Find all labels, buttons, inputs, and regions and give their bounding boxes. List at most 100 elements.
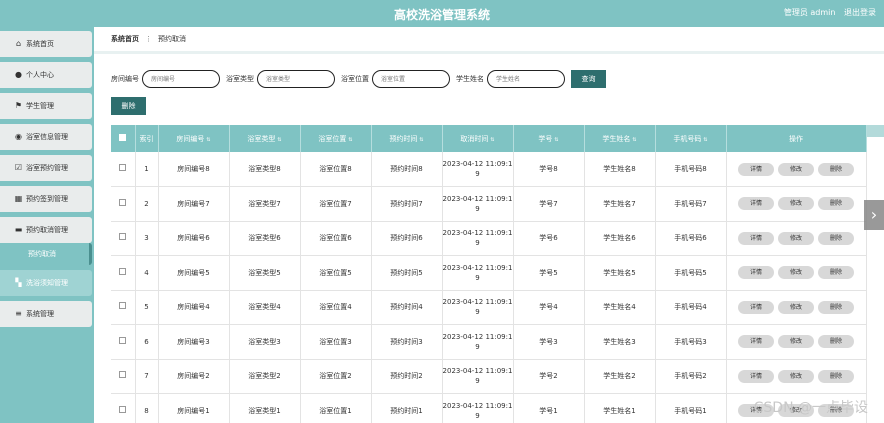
sort-icon[interactable]: ⇅	[490, 137, 494, 143]
cell-type: 浴室类型2	[229, 359, 301, 394]
bulk-delete-button[interactable]: 删除	[111, 97, 146, 115]
row-checkbox[interactable]	[119, 302, 127, 310]
query-button[interactable]: 查询	[571, 70, 606, 88]
sidebar-item-cancel-mgmt[interactable]: ▬ 预约取消管理	[0, 217, 92, 243]
cell-phone: 手机号码4	[655, 290, 727, 325]
type-label: 浴室类型	[226, 75, 254, 83]
position-input[interactable]	[372, 70, 450, 88]
sort-icon[interactable]: ⇅	[277, 137, 281, 143]
cell-phone: 手机号码8	[655, 152, 727, 187]
sort-icon[interactable]: ⇅	[348, 137, 352, 143]
col-type[interactable]: 浴室类型 ⇅	[229, 125, 301, 152]
edit-button[interactable]: 修改	[778, 369, 814, 383]
sort-icon[interactable]: ⇅	[419, 137, 423, 143]
cell-student-name: 学生姓名3	[584, 324, 656, 360]
select-all-checkbox[interactable]	[119, 134, 127, 141]
row-select-cell[interactable]	[111, 359, 136, 394]
room-input[interactable]	[142, 70, 220, 88]
col-cancel-time[interactable]: 取消时间 ⇅	[442, 125, 514, 152]
logout-link[interactable]: 退出登录	[844, 8, 876, 17]
sidebar-item-label: 预约签到管理	[26, 195, 68, 203]
select-all-cell[interactable]	[111, 125, 136, 152]
sort-icon[interactable]: ⇅	[703, 137, 707, 143]
detail-button[interactable]: 详情	[738, 300, 774, 314]
sidebar-item-profile[interactable]: ● 个人中心	[0, 62, 92, 88]
cell-pos: 浴室位置2	[300, 359, 372, 394]
col-position[interactable]: 浴室位置 ⇅	[300, 125, 372, 152]
row-checkbox[interactable]	[119, 164, 127, 171]
chevron-right-icon[interactable]: ›	[864, 200, 884, 230]
delete-button[interactable]: 删除	[818, 266, 854, 280]
student-name-input[interactable]	[487, 70, 565, 88]
sort-icon[interactable]: ⇅	[632, 137, 636, 143]
row-select-cell[interactable]	[111, 221, 136, 256]
sidebar-subitem-cancel[interactable]: 预约取消	[0, 243, 92, 265]
data-table: 索引 房间编号 ⇅ 浴室类型 ⇅ 浴室位置 ⇅ 预约时间 ⇅ 取消时间 ⇅ 学号 ⇅ 学生姓…	[111, 125, 867, 423]
sidebar-item-home[interactable]: ⌂ 系统首页	[0, 31, 92, 57]
detail-button[interactable]: 详情	[738, 335, 774, 349]
app-title: 高校洗浴管理系统	[393, 8, 490, 22]
sort-icon[interactable]: ⇅	[206, 137, 210, 143]
row-select-cell[interactable]	[111, 393, 136, 423]
delete-button[interactable]: 删除	[818, 369, 854, 383]
col-student-name[interactable]: 学生姓名 ⇅	[584, 125, 656, 152]
sidebar-item-notice[interactable]: ▚ 洗浴须知管理	[0, 270, 92, 296]
row-checkbox[interactable]	[119, 267, 127, 275]
sort-icon[interactable]: ⇅	[554, 137, 558, 143]
sidebar-item-system[interactable]: ≡ 系统管理	[0, 301, 92, 327]
detail-button[interactable]: 详情	[738, 162, 774, 176]
cell-actions: 详情 修改 删除	[726, 152, 867, 187]
edit-button[interactable]: 修改	[778, 197, 814, 211]
cell-pos: 浴室位置4	[300, 290, 372, 325]
cell-cancel-time: 2023-04-12 11:09:1 9	[442, 290, 514, 325]
row-select-cell[interactable]	[111, 290, 136, 325]
cancel-time-line1: 2023-04-12 11:09:1	[442, 160, 513, 168]
detail-button[interactable]: 详情	[738, 266, 774, 280]
edit-button[interactable]: 修改	[778, 300, 814, 314]
delete-button[interactable]: 删除	[818, 300, 854, 314]
sidebar-item-students[interactable]: ⚑ 学生管理	[0, 93, 92, 119]
position-label: 浴室位置	[341, 75, 369, 83]
edit-button[interactable]: 修改	[778, 335, 814, 349]
row-select-cell[interactable]	[111, 152, 136, 187]
breadcrumb-home[interactable]: 系统首页	[111, 34, 139, 44]
row-checkbox[interactable]	[119, 233, 127, 241]
delete-button[interactable]: 删除	[818, 162, 854, 176]
chat-icon: ▬	[14, 225, 23, 234]
delete-button[interactable]: 删除	[818, 231, 854, 245]
cell-cancel-time: 2023-04-12 11:09:1 9	[442, 324, 514, 360]
cell-student-id: 学号4	[513, 290, 585, 325]
watermark: CSDN @一点毕设	[753, 400, 868, 416]
type-input[interactable]	[257, 70, 335, 88]
col-phone[interactable]: 手机号码 ⇅	[655, 125, 727, 152]
row-checkbox[interactable]	[119, 371, 127, 379]
detail-button[interactable]: 详情	[738, 197, 774, 211]
delete-button[interactable]: 删除	[818, 197, 854, 211]
sidebar-item-bathroom-info[interactable]: ◉ 浴室信息管理	[0, 124, 92, 150]
edit-button[interactable]: 修改	[778, 162, 814, 176]
cell-phone: 手机号码7	[655, 186, 727, 222]
detail-button[interactable]: 详情	[738, 231, 774, 245]
cell-room: 房间编号3	[158, 324, 230, 360]
row-checkbox[interactable]	[119, 198, 127, 206]
detail-button[interactable]: 详情	[738, 369, 774, 383]
row-select-cell[interactable]	[111, 186, 136, 222]
cell-room: 房间编号4	[158, 290, 230, 325]
col-booking-time[interactable]: 预约时间 ⇅	[371, 125, 443, 152]
col-student-name-label: 学生姓名	[602, 134, 631, 143]
row-select-cell[interactable]	[111, 324, 136, 360]
col-cancel-time-label: 取消时间	[460, 134, 489, 143]
sidebar-item-checkin[interactable]: ▦ 预约签到管理	[0, 186, 92, 212]
row-checkbox[interactable]	[119, 336, 127, 344]
delete-button[interactable]: 删除	[818, 335, 854, 349]
cell-index: 5	[135, 290, 159, 325]
row-select-cell[interactable]	[111, 255, 136, 291]
edit-button[interactable]: 修改	[778, 231, 814, 245]
edit-button[interactable]: 修改	[778, 266, 814, 280]
row-checkbox[interactable]	[119, 405, 127, 413]
col-room[interactable]: 房间编号 ⇅	[158, 125, 230, 152]
sidebar-item-booking[interactable]: ☑ 浴室预约管理	[0, 155, 92, 181]
col-student-id[interactable]: 学号 ⇅	[513, 125, 585, 152]
cancel-time-line2: 9	[475, 170, 480, 178]
home-icon: ⌂	[15, 39, 22, 48]
